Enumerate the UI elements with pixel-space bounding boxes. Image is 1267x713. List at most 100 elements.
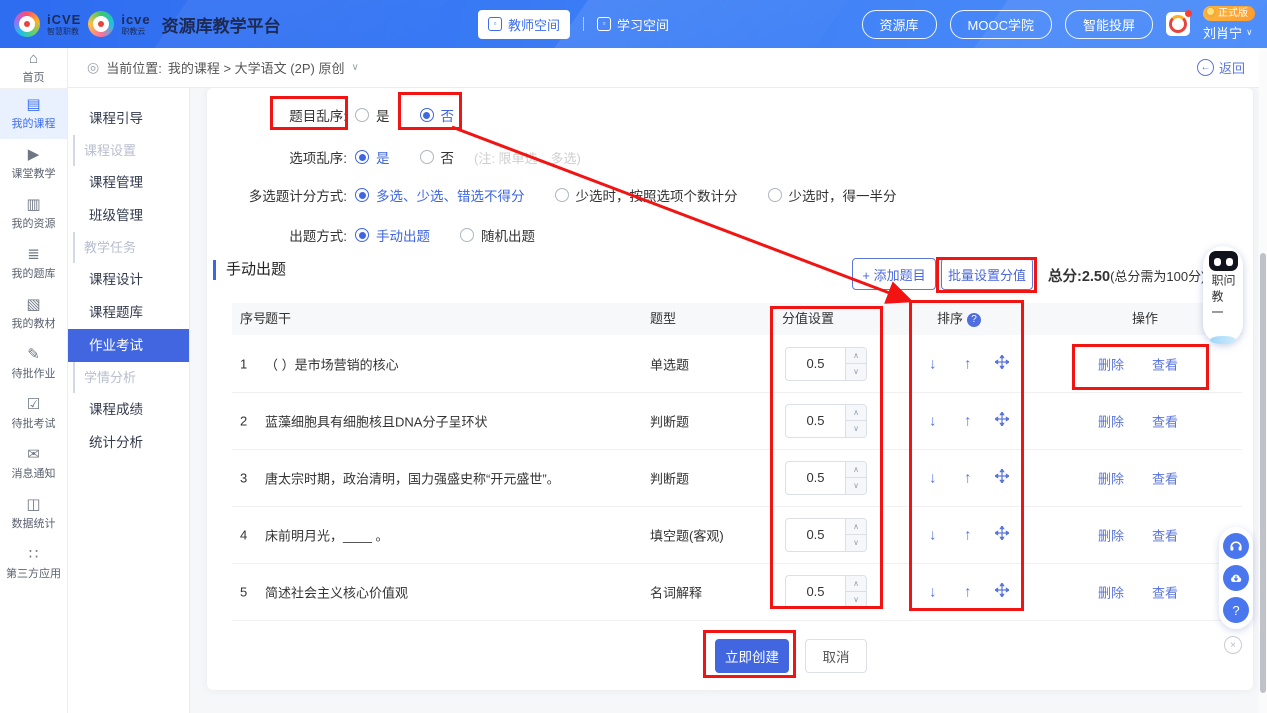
rail-item-textbooks[interactable]: ▧ 我的教材 xyxy=(0,289,67,339)
breadcrumb-caret-icon[interactable]: ∨ xyxy=(351,62,358,73)
drag-move-icon[interactable] xyxy=(995,526,1009,544)
move-down-icon[interactable]: ↓ xyxy=(929,583,937,600)
row-no: 1 xyxy=(240,356,247,371)
rail-item-home[interactable]: ⌂ 首页 xyxy=(0,48,67,89)
score-input[interactable] xyxy=(786,348,845,380)
move-down-icon[interactable]: ↓ xyxy=(929,412,937,429)
drag-move-icon[interactable] xyxy=(995,355,1009,373)
view-link[interactable]: 查看 xyxy=(1152,354,1178,373)
rail-item-my-courses[interactable]: ▤ 我的课程 xyxy=(0,89,67,139)
drag-move-icon[interactable] xyxy=(995,469,1009,487)
collapse-toolbar-button[interactable]: × xyxy=(1224,636,1242,654)
apps-grid-icon: ∷ xyxy=(29,547,39,562)
resource-library-button[interactable]: 资源库 xyxy=(862,10,937,39)
nav-teacher-space[interactable]: ▫ 教师空间 xyxy=(478,10,570,39)
view-link[interactable]: 查看 xyxy=(1152,468,1178,487)
move-up-icon[interactable]: ↑ xyxy=(964,526,972,543)
create-now-button[interactable]: 立即创建 xyxy=(715,639,789,673)
customer-service-button[interactable] xyxy=(1223,533,1249,559)
rail-item-question-bank[interactable]: ≣ 我的题库 xyxy=(0,239,67,289)
nav-learning-space[interactable]: ▫ 学习空间 xyxy=(597,15,669,34)
batch-set-score-button[interactable]: 批量设置分值 xyxy=(941,258,1033,290)
view-link[interactable]: 查看 xyxy=(1152,525,1178,544)
radio-option-shuffle-yes[interactable]: 是 xyxy=(355,147,390,167)
score-input[interactable] xyxy=(786,519,845,551)
drag-move-icon[interactable] xyxy=(995,412,1009,430)
stepper-up-icon[interactable]: ∧ xyxy=(846,348,866,365)
move-up-icon[interactable]: ↑ xyxy=(964,583,972,600)
rail-item-my-resources[interactable]: ▥ 我的资源 xyxy=(0,189,67,239)
rail-item-notifications[interactable]: ✉ 消息通知 xyxy=(0,439,67,489)
help-button[interactable]: ? xyxy=(1223,597,1249,623)
stepper-down-icon[interactable]: ∨ xyxy=(846,478,866,494)
stepper-down-icon[interactable]: ∨ xyxy=(846,421,866,437)
delete-link[interactable]: 删除 xyxy=(1098,525,1124,544)
stepper-down-icon[interactable]: ∨ xyxy=(846,364,866,380)
menu-item-class-management[interactable]: 班级管理 xyxy=(67,199,189,232)
breadcrumb[interactable]: 我的课程 > 大学语文 (2P) 原创 xyxy=(168,58,345,77)
move-up-icon[interactable]: ↑ xyxy=(964,469,972,486)
rail-item-statistics[interactable]: ◫ 数据统计 xyxy=(0,489,67,539)
stepper-up-icon[interactable]: ∧ xyxy=(846,405,866,422)
pending-homework-icon: ✎ xyxy=(27,347,40,362)
radio-question-shuffle-no[interactable]: 否 xyxy=(420,105,455,125)
delete-link[interactable]: 删除 xyxy=(1098,468,1124,487)
cancel-button[interactable]: 取消 xyxy=(805,639,867,673)
back-button[interactable]: ← 返回 xyxy=(1197,58,1245,77)
rail-item-pending-homework[interactable]: ✎ 待批作业 xyxy=(0,339,67,389)
move-up-icon[interactable]: ↑ xyxy=(964,355,972,372)
app-chip-logo-icon xyxy=(1169,15,1187,33)
radio-manual-questions[interactable]: 手动出题 xyxy=(355,225,430,245)
stepper-down-icon[interactable]: ∨ xyxy=(846,592,866,608)
chevron-down-icon: ∨ xyxy=(1246,27,1253,38)
rail-item-third-party-apps[interactable]: ∷ 第三方应用 xyxy=(0,539,67,589)
menu-item-course-management[interactable]: 课程管理 xyxy=(67,166,189,199)
add-question-button[interactable]: + 添加题目 xyxy=(852,258,936,290)
rail-item-pending-exams[interactable]: ☑ 待批考试 xyxy=(0,389,67,439)
drag-move-icon[interactable] xyxy=(995,583,1009,601)
score-input[interactable] xyxy=(786,405,845,437)
delete-link[interactable]: 删除 xyxy=(1098,582,1124,601)
radio-random-questions[interactable]: 随机出题 xyxy=(460,225,535,245)
radio-scoring-per-option[interactable]: 少选时，按照选项个数计分 xyxy=(555,185,738,205)
delete-link[interactable]: 删除 xyxy=(1098,411,1124,430)
view-link[interactable]: 查看 xyxy=(1152,411,1178,430)
view-link[interactable]: 查看 xyxy=(1152,582,1178,601)
radio-scoring-half-credit[interactable]: 少选时，得一半分 xyxy=(768,185,897,205)
stepper-down-icon[interactable]: ∨ xyxy=(846,535,866,551)
stepper-up-icon[interactable]: ∧ xyxy=(846,576,866,593)
move-down-icon[interactable]: ↓ xyxy=(929,355,937,372)
user-menu[interactable]: 刘肖宁 ∨ xyxy=(1203,23,1253,42)
scrollbar-thumb[interactable] xyxy=(1260,253,1266,693)
smart-casting-button[interactable]: 智能投屏 xyxy=(1065,10,1153,39)
sort-help-icon[interactable]: ? xyxy=(967,313,981,327)
menu-item-course-grades[interactable]: 课程成绩 xyxy=(67,393,189,426)
move-down-icon[interactable]: ↓ xyxy=(929,469,937,486)
score-input[interactable] xyxy=(786,462,845,494)
stepper-up-icon[interactable]: ∧ xyxy=(846,462,866,479)
app-notification-icon[interactable] xyxy=(1166,12,1190,36)
menu-item-course-question-bank[interactable]: 课程题库 xyxy=(67,296,189,329)
col-header-type: 题型 xyxy=(650,303,676,335)
score-input[interactable] xyxy=(786,576,845,608)
question-bank-icon: ≣ xyxy=(27,247,40,262)
col-header-sort: 排序? xyxy=(937,303,981,335)
download-button[interactable] xyxy=(1223,565,1249,591)
move-up-icon[interactable]: ↑ xyxy=(964,412,972,429)
menu-item-homework-exams[interactable]: 作业考试 xyxy=(67,329,189,362)
stepper-up-icon[interactable]: ∧ xyxy=(846,519,866,536)
menu-item-statistical-analysis[interactable]: 统计分析 xyxy=(67,426,189,459)
radio-question-shuffle-yes[interactable]: 是 xyxy=(355,105,390,125)
move-down-icon[interactable]: ↓ xyxy=(929,526,937,543)
row-type: 判断题 xyxy=(650,411,689,430)
mooc-academy-button[interactable]: MOOC学院 xyxy=(950,10,1052,39)
total-score-note: (总分需为100分) xyxy=(1110,269,1205,284)
menu-item-course-guide[interactable]: 课程引导 xyxy=(67,102,189,135)
rail-item-classroom-teaching[interactable]: ▶ 课堂教学 xyxy=(0,139,67,189)
radio-scoring-no-credit[interactable]: 多选、少选、错选不得分 xyxy=(355,185,525,205)
user-name: 刘肖宁 xyxy=(1203,23,1242,42)
radio-option-shuffle-no[interactable]: 否 xyxy=(420,147,455,167)
delete-link[interactable]: 删除 xyxy=(1098,354,1124,373)
menu-item-course-design[interactable]: 课程设计 xyxy=(67,263,189,296)
ai-assistant-widget[interactable]: 职教一问 xyxy=(1203,246,1243,344)
